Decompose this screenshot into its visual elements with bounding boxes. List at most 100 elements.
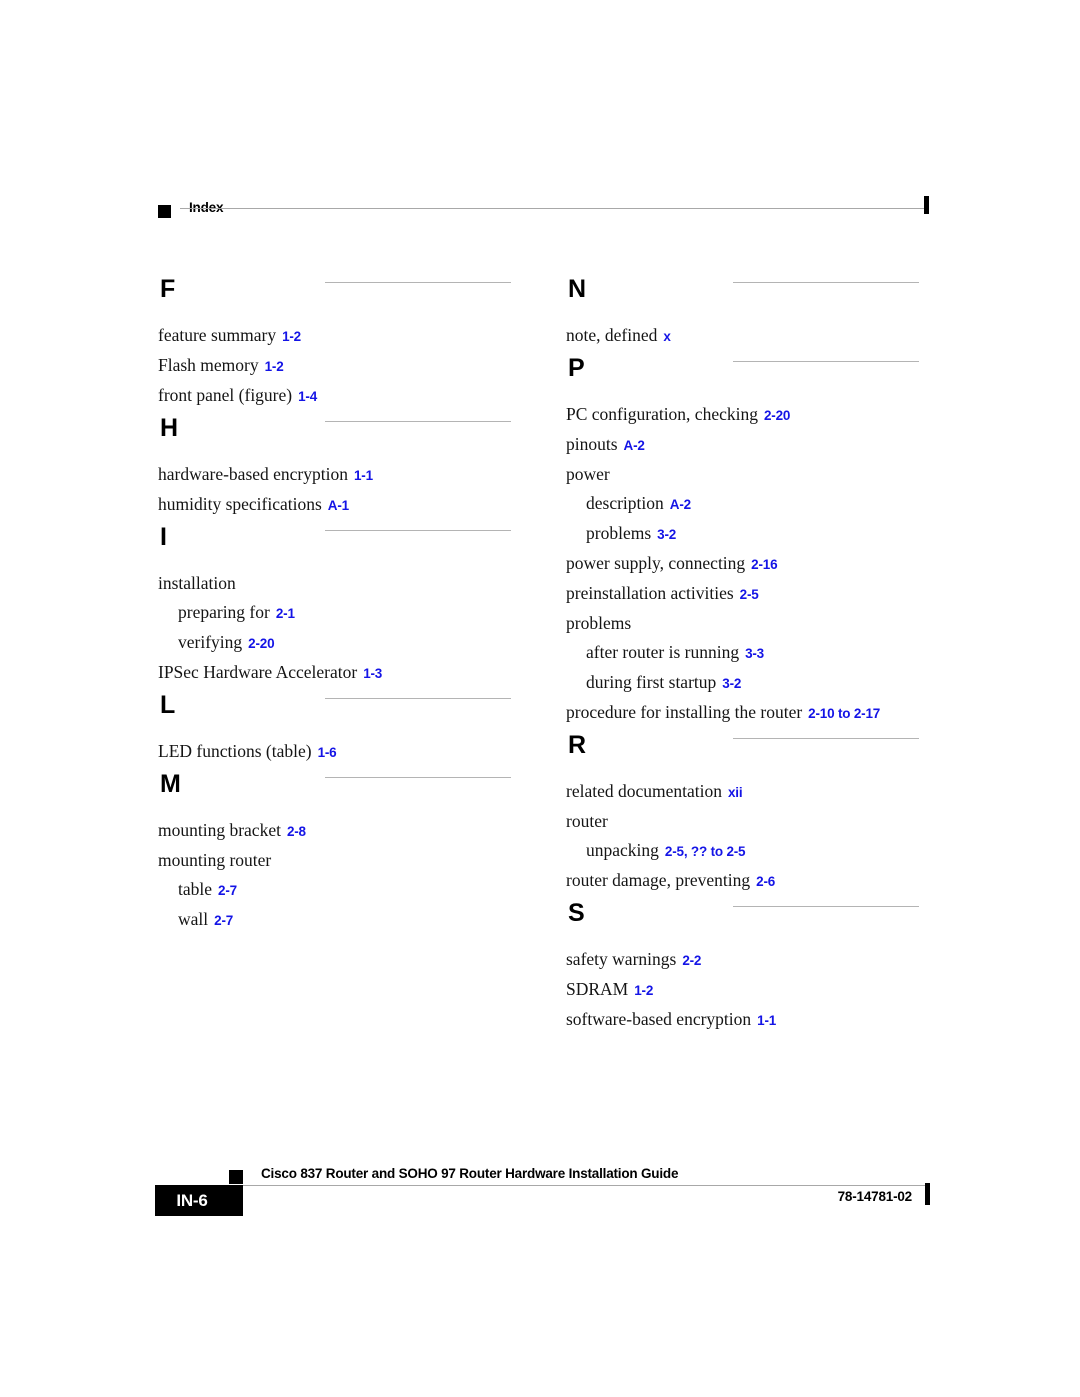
index-entry-label: SDRAM [566, 979, 629, 999]
index-entry-page-ref[interactable]: 3-2 [722, 676, 741, 691]
index-entry: Flash memory 1-2 [155, 351, 515, 381]
index-section-r: Rrelated documentation xii router unpacking… [563, 728, 923, 896]
index-entry: wall 2-7 [155, 905, 515, 935]
index-entry-label: description [586, 493, 664, 513]
index-entry: hardware-based encryption 1-1 [155, 460, 515, 490]
section-heading: P [563, 351, 923, 391]
index-entry: problems [563, 609, 923, 638]
index-entry-page-ref[interactable]: x [663, 329, 671, 344]
section-divider [733, 738, 919, 739]
index-entry: SDRAM 1-2 [563, 975, 923, 1005]
index-entry: software-based encryption 1-1 [563, 1005, 923, 1035]
index-entry-page-ref[interactable]: 2-20 [248, 636, 274, 651]
index-entry-label: Flash memory [158, 355, 259, 375]
index-entry-page-ref[interactable]: 1-1 [757, 1013, 776, 1028]
index-entry: PC configuration, checking 2-20 [563, 400, 923, 430]
index-entry-label: procedure for installing the router [566, 702, 803, 722]
index-entry-label: power [566, 464, 610, 484]
index-entry: related documentation xii [563, 777, 923, 807]
index-section-n: Nnote, defined x [563, 272, 923, 351]
index-entry-page-ref[interactable]: 1-1 [354, 468, 373, 483]
index-entry-page-ref[interactable]: 1-2 [282, 329, 301, 344]
index-entry: verifying 2-20 [155, 628, 515, 658]
index-entry: description A-2 [563, 489, 923, 519]
index-entry: note, defined x [563, 321, 923, 351]
index-entry-page-ref[interactable]: 1-2 [265, 359, 284, 374]
index-entry-page-ref[interactable]: 1-2 [634, 983, 653, 998]
index-entry-label: during first startup [586, 672, 717, 692]
index-entry-list: installation preparing for 2-1 verifying 2-2… [155, 560, 515, 688]
footer-edge-tick [925, 1183, 930, 1205]
index-entry-page-ref[interactable]: 3-2 [657, 527, 676, 542]
index-entry-page-ref[interactable]: 2-5, ?? to 2-5 [665, 844, 746, 859]
section-divider [325, 698, 511, 699]
index-entry: mounting bracket 2-8 [155, 816, 515, 846]
index-entry: feature summary 1-2 [155, 321, 515, 351]
index-entry-page-ref[interactable]: 2-6 [756, 874, 775, 889]
index-entry-page-ref[interactable]: 2-7 [214, 913, 233, 928]
index-entry-label: verifying [178, 632, 243, 652]
index-entry-page-ref[interactable]: 2-16 [751, 557, 777, 572]
index-entry-label: IPSec Hardware Accelerator [158, 662, 358, 682]
index-entry: pinouts A-2 [563, 430, 923, 460]
index-entry-page-ref[interactable]: A-1 [328, 498, 349, 513]
index-entry-page-ref[interactable]: xii [728, 785, 743, 800]
section-divider [733, 282, 919, 283]
index-entry-label: PC configuration, checking [566, 404, 758, 424]
index-section-i: Iinstallation preparing for 2-1 verifying 2-… [155, 520, 515, 688]
index-entry-page-ref[interactable]: A-2 [670, 497, 691, 512]
section-divider [733, 361, 919, 362]
index-entry-page-ref[interactable]: 2-5 [740, 587, 759, 602]
section-heading: F [155, 272, 515, 312]
index-entry-page-ref[interactable]: 1-6 [318, 745, 337, 760]
index-entry-page-ref[interactable]: A-2 [624, 438, 645, 453]
index-entry-label: humidity specifications [158, 494, 322, 514]
section-heading: S [563, 896, 923, 936]
index-entry-label: preinstallation activities [566, 583, 734, 603]
section-heading: R [563, 728, 923, 768]
index-entry-label: after router is running [586, 642, 740, 662]
index-entry-page-ref[interactable]: 1-3 [363, 666, 382, 681]
index-entry: LED functions (table) 1-6 [155, 737, 515, 767]
index-entry-label: table [178, 879, 213, 899]
section-heading: L [155, 688, 515, 728]
section-divider [325, 777, 511, 778]
footer-divider [243, 1185, 925, 1186]
index-entry-label: hardware-based encryption [158, 464, 348, 484]
index-entry: safety warnings 2-2 [563, 945, 923, 975]
index-entry-label: note, defined [566, 325, 658, 345]
index-entry-page-ref[interactable]: 1-4 [298, 389, 317, 404]
index-column-left: Ffeature summary 1-2 Flash memory 1-2 front … [155, 272, 515, 935]
index-entry-label: front panel (figure) [158, 385, 293, 405]
index-entry: mounting router [155, 846, 515, 875]
index-entry-label: installation [158, 573, 236, 593]
index-entry-list: safety warnings 2-2 SDRAM 1-2 software-based… [563, 936, 923, 1035]
index-entry: preinstallation activities 2-5 [563, 579, 923, 609]
index-entry-page-ref[interactable]: 2-2 [682, 953, 701, 968]
index-entry: IPSec Hardware Accelerator 1-3 [155, 658, 515, 688]
index-entry-page-ref[interactable]: 2-7 [218, 883, 237, 898]
footer-document-number: 78-14781-02 [837, 1189, 913, 1204]
index-entry-label: preparing for [178, 602, 270, 622]
index-page: Index Ffeature summary 1-2 Flash memory 1-2… [0, 0, 1080, 1397]
index-entry-label: software-based encryption [566, 1009, 752, 1029]
index-entry-label: problems [586, 523, 652, 543]
index-entry-label: safety warnings [566, 949, 677, 969]
header-divider [180, 208, 924, 209]
section-letter: H [160, 414, 179, 442]
index-entry-label: mounting router [158, 850, 272, 870]
index-entry: unpacking 2-5, ?? to 2-5 [563, 836, 923, 866]
index-entry: procedure for installing the router 2-10 … [563, 698, 923, 728]
index-entry: front panel (figure) 1-4 [155, 381, 515, 411]
index-entry-label: feature summary [158, 325, 277, 345]
index-entry-page-ref[interactable]: 2-20 [764, 408, 790, 423]
footer-black-square-icon [229, 1170, 243, 1184]
index-entry-label: LED functions (table) [158, 741, 312, 761]
index-entry: installation [155, 569, 515, 598]
index-entry-page-ref[interactable]: 3-3 [745, 646, 764, 661]
index-entry-page-ref[interactable]: 2-10 to 2-17 [808, 706, 880, 721]
index-entry-page-ref[interactable]: 2-1 [276, 606, 295, 621]
section-letter: L [160, 691, 176, 719]
footer-box-join [229, 1185, 243, 1216]
index-entry-page-ref[interactable]: 2-8 [287, 824, 306, 839]
